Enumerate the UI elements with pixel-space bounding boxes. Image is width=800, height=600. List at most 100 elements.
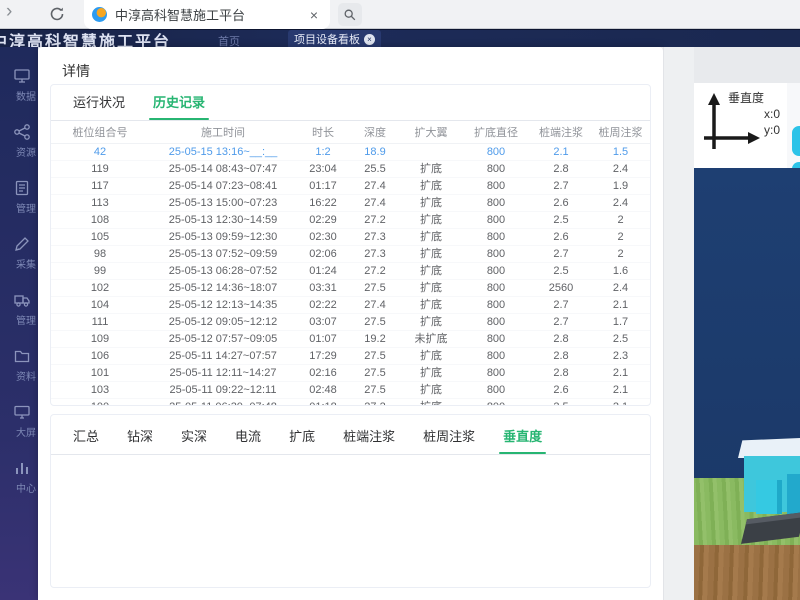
table-cell: 1.9 [591,177,650,194]
document-icon [13,179,31,197]
search-button[interactable] [338,3,362,26]
scene-building-roof [738,438,800,458]
table-cell: 02:22 [297,296,349,313]
table-cell: 25-05-13 09:59~12:30 [149,228,297,245]
table-cell: 扩底 [401,347,461,364]
table-cell: 2.4 [591,279,650,296]
sidebar-item-label: 管理 [16,312,36,327]
table-cell: 800 [461,381,531,398]
metric-tab-电流[interactable]: 电流 [223,426,273,454]
table-cell: 27.2 [349,211,401,228]
column-header: 施工时间 [149,121,297,143]
table-cell: 800 [461,245,531,262]
table-row[interactable]: 9925-05-13 06:28~07:5201:2427.2扩底8002.51… [51,262,650,279]
sidebar-item-采集[interactable]: 采集 [0,225,38,281]
metric-tab-桩周注浆[interactable]: 桩周注浆 [411,426,487,454]
sidebar-item-label: 大屏 [16,424,36,439]
table-cell: 25-05-12 14:36~18:07 [149,279,297,296]
browser-tab[interactable]: 中淳高科智慧施工平台 × [84,0,330,29]
table-row[interactable]: 11125-05-12 09:05~12:1203:0727.5扩底8002.7… [51,313,650,330]
metric-tab-实深[interactable]: 实深 [169,426,219,454]
table-cell: 800 [461,228,531,245]
table-row[interactable]: 10225-05-12 14:36~18:0703:3127.5扩底800256… [51,279,650,296]
table-row[interactable]: 11725-05-14 07:23~08:4101:1727.4扩底8002.7… [51,177,650,194]
table-cell: 扩底 [401,245,461,262]
reload-icon[interactable] [48,5,66,23]
tab-历史记录[interactable]: 历史记录 [141,92,217,120]
table-cell: 01:07 [297,330,349,347]
table-row[interactable]: 10525-05-13 09:59~12:3002:3027.3扩底8002.6… [51,228,650,245]
table-row[interactable]: 9825-05-13 07:52~09:5902:0627.3扩底8002.72 [51,245,650,262]
table-cell: 01:24 [297,262,349,279]
table-cell: 扩底 [401,279,461,296]
column-header: 桩端注浆 [531,121,591,143]
table-row[interactable]: 10825-05-13 12:30~14:5902:2927.2扩底8002.5… [51,211,650,228]
table-row[interactable]: 4225-05-15 13:16~__:__1:218.98002.11.5 [51,143,650,160]
sidebar-item-中心[interactable]: 中心 [0,449,38,505]
table-cell: 102 [51,279,149,296]
forward-icon[interactable]: › [6,1,12,23]
scene-cabin [756,480,782,514]
table-cell: 27.3 [349,228,401,245]
sidebar-item-资料[interactable]: 资料 [0,337,38,393]
table-row[interactable]: 11325-05-13 15:00~07:2316:2227.4扩底8002.6… [51,194,650,211]
table-row[interactable]: 10325-05-11 09:22~12:1102:4827.5扩底8002.6… [51,381,650,398]
metric-tab-桩端注浆[interactable]: 桩端注浆 [331,426,407,454]
table-cell: 27.5 [349,313,401,330]
sidebar-item-管理[interactable]: 管理 [0,281,38,337]
table-row[interactable]: 11925-05-14 08:43~07:4723:0425.5扩底8002.8… [51,160,650,177]
table-header-row: 桩位组合号施工时间时长深度扩大翼扩底直径桩端注浆桩周注浆 [51,121,650,143]
table-cell: 2.5 [531,262,591,279]
table-cell: 800 [461,330,531,347]
sidebar-item-大屏[interactable]: 大屏 [0,393,38,449]
table-cell: 25-05-12 09:05~12:12 [149,313,297,330]
table-cell: 01:17 [297,177,349,194]
table-cell: 扩底 [401,364,461,381]
table-cell: 02:06 [297,245,349,262]
table-cell: 27.4 [349,296,401,313]
table-cell: 2.6 [531,194,591,211]
table-row[interactable]: 10625-05-11 14:27~07:5717:2927.5扩底8002.8… [51,347,650,364]
metric-tab-垂直度[interactable]: 垂直度 [491,426,554,454]
table-cell: 23:04 [297,160,349,177]
share-nodes-icon [13,123,31,141]
app-header: 中淳高科智慧施工平台 首页 项目设备看板 × [0,29,800,47]
table-cell: 1.7 [591,313,650,330]
table-cell: 99 [51,262,149,279]
scene-cabin [787,474,800,514]
table-row[interactable]: 10125-05-11 12:11~14:2702:1627.5扩底8002.8… [51,364,650,381]
sidebar-item-label: 资料 [16,368,36,383]
table-row[interactable]: 10025-05-11 06:30~07:4801:1827.2扩底8002.5… [51,398,650,406]
sidebar-item-数据[interactable]: 数据 [0,57,38,113]
table-cell: 1.6 [591,262,650,279]
column-header: 桩位组合号 [51,121,149,143]
table-row[interactable]: 10425-05-12 12:13~14:3502:2227.4扩底8002.7… [51,296,650,313]
table-cell: 扩底 [401,398,461,406]
table-row[interactable]: 10925-05-12 07:57~09:0501:0719.2未扩底8002.… [51,330,650,347]
table-cell: 2.7 [531,313,591,330]
table-cell: 800 [461,398,531,406]
table-cell: 2.1 [591,398,650,406]
metric-tab-汇总[interactable]: 汇总 [61,426,111,454]
tab-运行状况[interactable]: 运行状况 [61,92,137,120]
nav-item-project-dashboard[interactable]: 项目设备看板 × [288,30,381,48]
sidebar-item-管理[interactable]: 管理 [0,169,38,225]
scrollbar-gutter[interactable] [663,47,694,600]
table-cell: 25-05-13 15:00~07:23 [149,194,297,211]
metric-tabs: 汇总钻深实深电流扩底桩端注浆桩周注浆垂直度 [51,415,650,455]
sidebar-item-资源[interactable]: 资源 [0,113,38,169]
panel-toggle-button[interactable] [792,126,800,156]
history-table: 桩位组合号施工时间时长深度扩大翼扩底直径桩端注浆桩周注浆 4225-05-15 … [51,121,650,406]
3d-scene[interactable] [694,168,800,600]
table-cell: 扩底 [401,228,461,245]
y-value: y:0 [764,123,780,137]
table-cell: 108 [51,211,149,228]
table-cell: 98 [51,245,149,262]
tab-close-icon[interactable]: × [306,7,322,23]
nav-tab-close-icon[interactable]: × [364,34,375,45]
table-cell: 扩底 [401,160,461,177]
metric-tab-钻深[interactable]: 钻深 [115,426,165,454]
verticality-widget: 垂直度 x:0 y:0 [694,83,800,168]
metric-tab-扩底[interactable]: 扩底 [277,426,327,454]
history-card: 运行状况历史记录 桩位组合号施工时间时长深度扩大翼扩底直径桩端注浆桩周注浆 42… [50,84,651,406]
